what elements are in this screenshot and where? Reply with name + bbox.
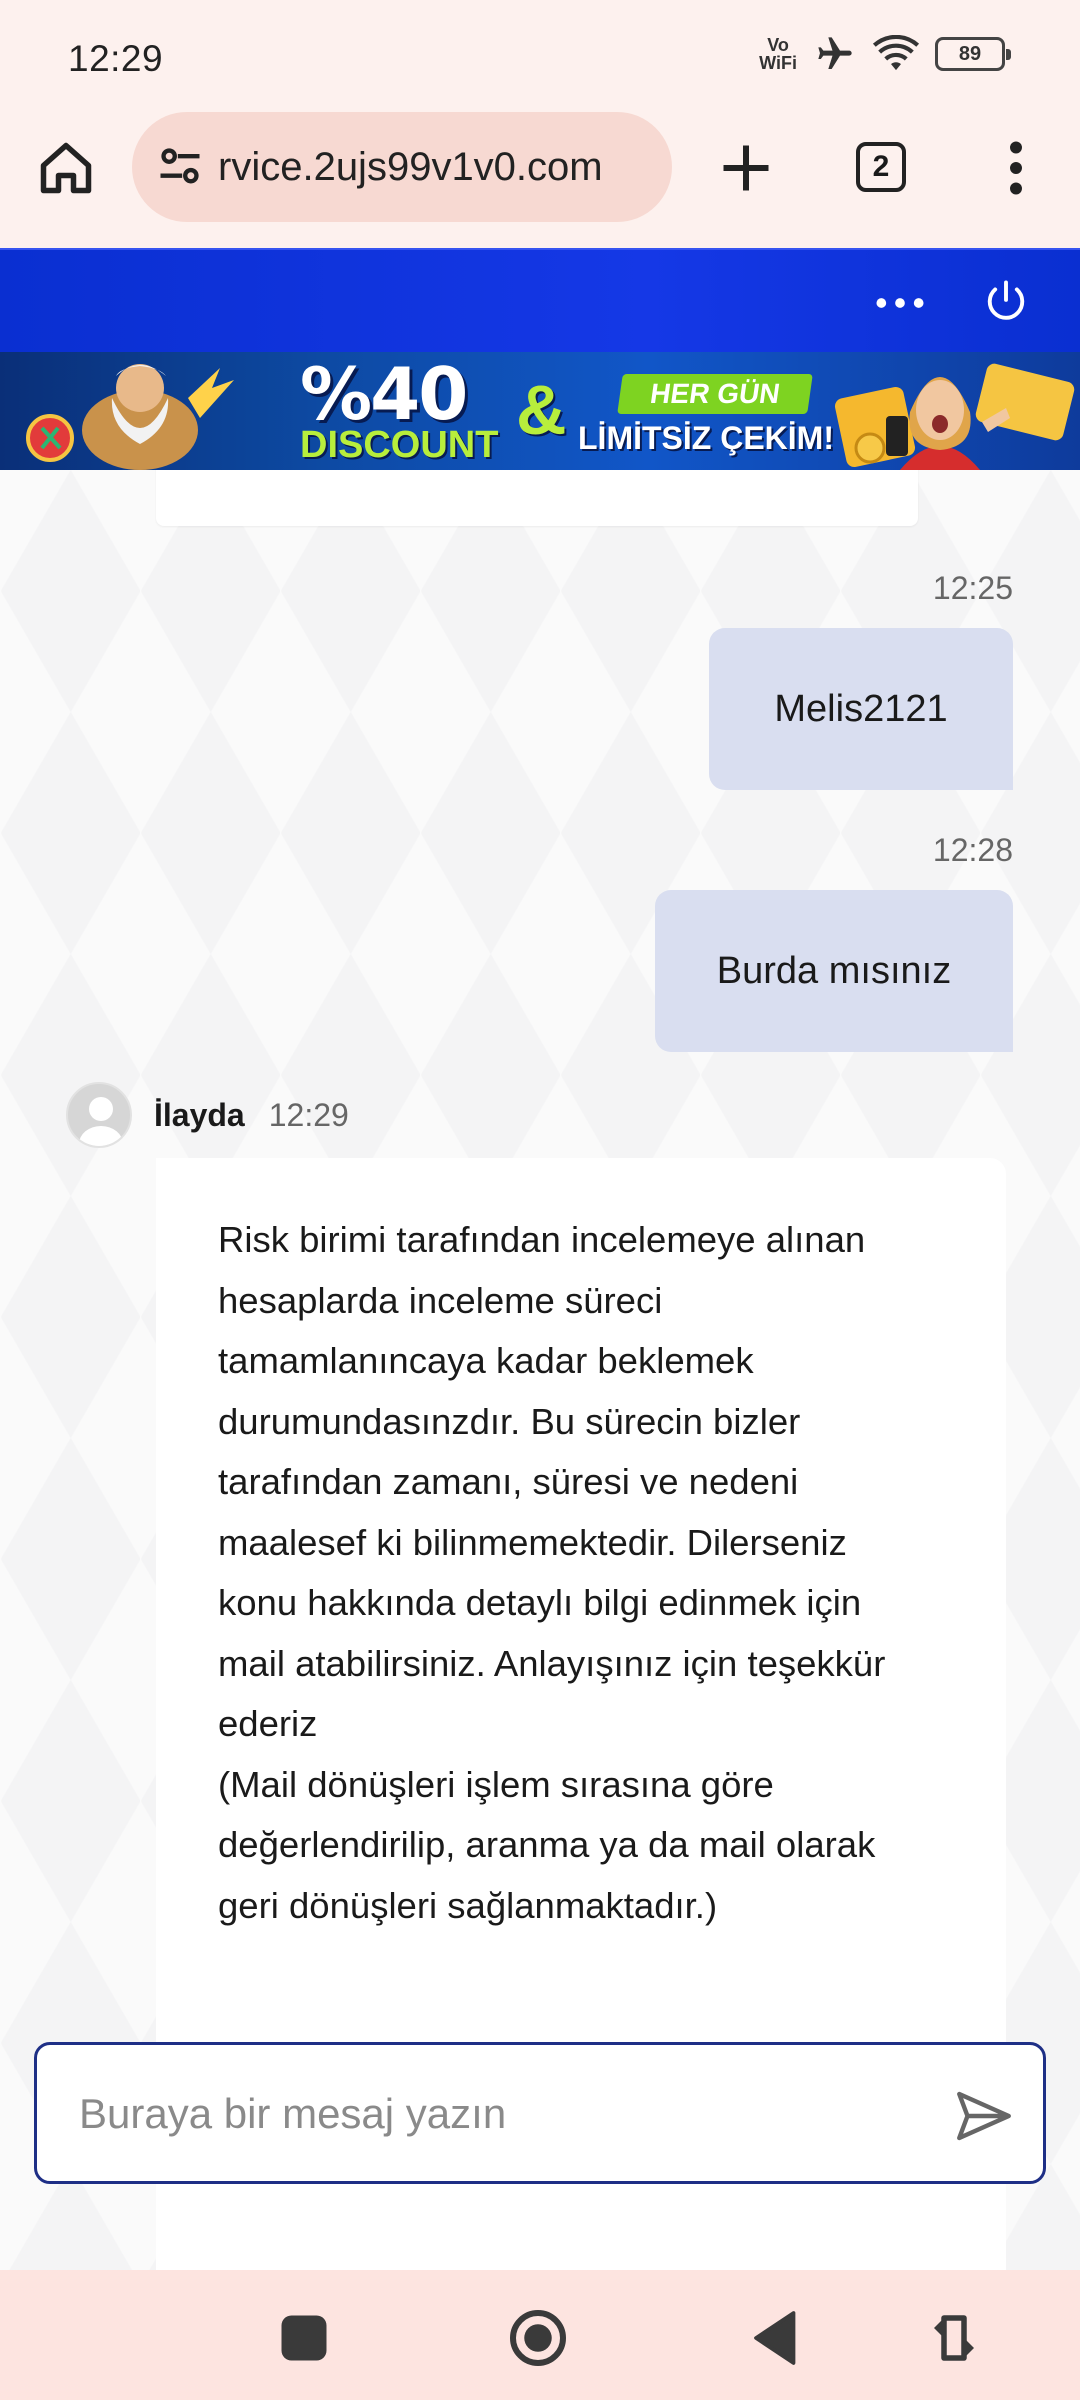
more-vert-icon[interactable]	[996, 140, 1036, 196]
avatar	[66, 1082, 132, 1148]
banner-subline: DISCOUNT	[300, 424, 499, 466]
user-message-text: Melis2121	[774, 687, 948, 730]
address-bar[interactable]: rvice.2ujs99v1v0.com	[132, 112, 672, 222]
banner-tagline: LİMİTSİZ ÇEKİM!	[578, 420, 834, 456]
status-bar: 12:29 Vo WiFi 89	[0, 0, 1080, 118]
agent-message-time: 12:29	[268, 1096, 349, 1133]
power-icon[interactable]	[980, 276, 1032, 328]
back-triangle-icon[interactable]	[746, 2308, 806, 2368]
promo-banner[interactable]: %40 DISCOUNT & HER GÜN LİMİTSİZ ÇEKİM!	[0, 352, 1080, 470]
user-message-text: Burda mısınız	[716, 949, 952, 992]
message-time: 12:28	[932, 832, 1013, 868]
previous-message-bubble	[156, 470, 918, 526]
user-silhouette-icon	[79, 1097, 123, 1146]
home-circle-icon[interactable]	[508, 2308, 568, 2368]
tab-count-label: 2	[872, 150, 890, 183]
wifi-icon	[873, 35, 919, 71]
vowifi-top-label: Vo	[767, 35, 789, 55]
user-message-bubble: Burda mısınız	[655, 890, 1013, 1052]
banner-tag: HER GÜN	[617, 374, 813, 414]
battery-icon: 89	[935, 37, 1011, 71]
agent-header: İlayda 12:29	[66, 1082, 349, 1148]
recents-square-icon[interactable]	[274, 2308, 334, 2368]
browser-toolbar: rvice.2ujs99v1v0.com 2	[0, 112, 1080, 248]
site-header	[0, 248, 1080, 352]
message-time: 12:25	[932, 570, 1013, 606]
rotate-icon[interactable]	[924, 2308, 984, 2368]
airplane-icon	[818, 37, 852, 69]
woman-character-image	[834, 363, 1075, 470]
battery-level: 89	[958, 42, 982, 65]
system-nav-bar	[0, 2270, 1080, 2400]
banner-tag-label: HER GÜN	[648, 378, 782, 409]
message-composer	[34, 2042, 1046, 2184]
banner-headline: %40	[300, 352, 468, 436]
url-text[interactable]: rvice.2ujs99v1v0.com	[218, 145, 603, 190]
vowifi-bottom-label: WiFi	[759, 53, 797, 73]
zeus-character-image	[26, 364, 234, 470]
plus-icon[interactable]	[716, 138, 776, 198]
status-time: 12:29	[68, 38, 164, 79]
tab-switcher-button[interactable]: 2	[856, 142, 906, 192]
chat-area[interactable]: 12:25 Melis2121 12:28 Burda mısınız İlay…	[0, 470, 1080, 2270]
more-horiz-icon[interactable]	[872, 278, 928, 328]
user-message-bubble: Melis2121	[709, 628, 1013, 790]
home-icon[interactable]	[36, 138, 96, 198]
message-input[interactable]	[79, 2081, 899, 2147]
site-settings-icon[interactable]	[154, 141, 206, 193]
banner-ampersand: &	[516, 371, 567, 449]
agent-name: İlayda	[154, 1096, 245, 1133]
vowifi-icon: Vo WiFi	[759, 36, 797, 72]
send-icon[interactable]	[951, 2083, 1017, 2149]
status-icons: Vo WiFi 89	[759, 34, 1011, 74]
